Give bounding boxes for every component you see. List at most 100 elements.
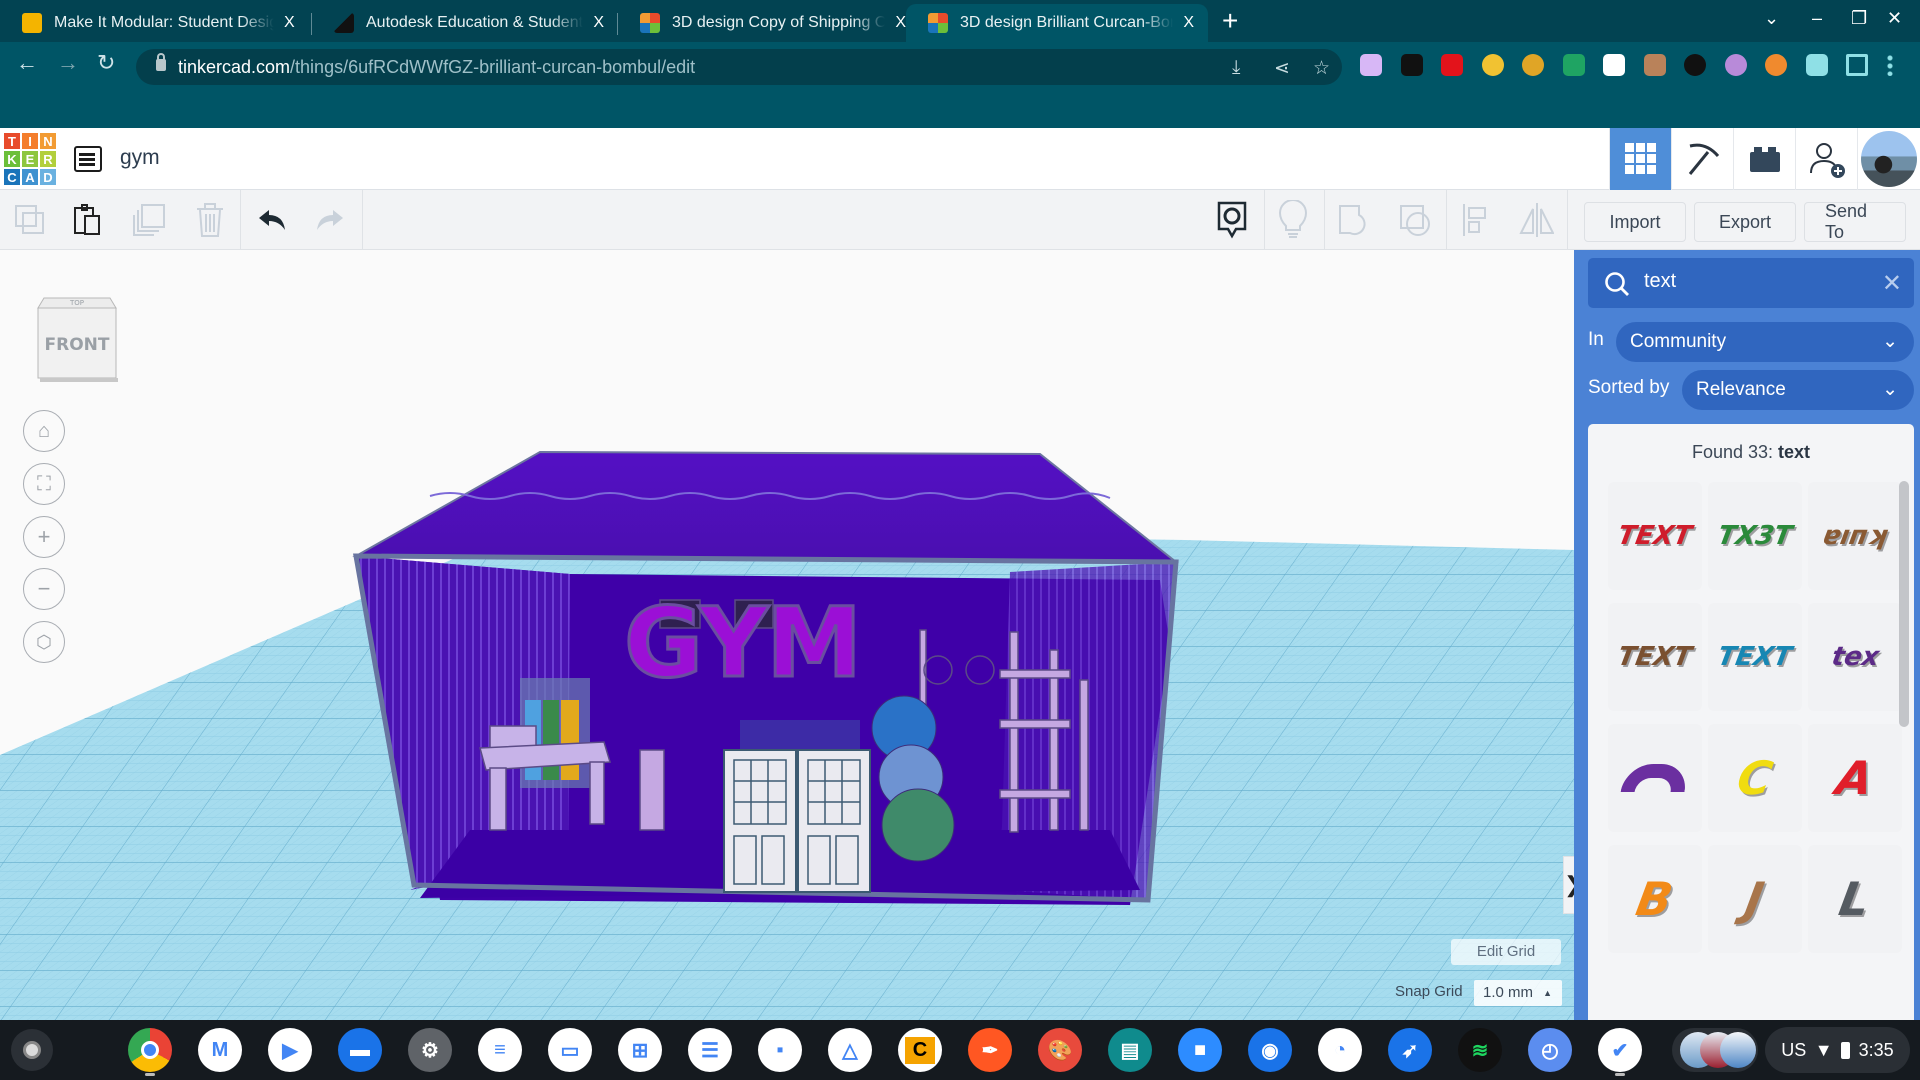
- shelf-app-chrome-web-store[interactable]: ◔: [1318, 1028, 1362, 1072]
- close-window-icon[interactable]: ✕: [1887, 8, 1902, 29]
- shelf-app-google-forms[interactable]: ☰: [688, 1028, 732, 1072]
- light-bulb-icon[interactable]: [1275, 200, 1311, 238]
- shelf-app-zoom[interactable]: ■: [1178, 1028, 1222, 1072]
- forward-icon[interactable]: →: [57, 50, 79, 76]
- coin-extension-icon[interactable]: [1481, 54, 1504, 76]
- shelf-app-paint-app[interactable]: 🎨: [1038, 1028, 1082, 1072]
- restore-icon[interactable]: ❐: [1851, 8, 1867, 29]
- sort-select[interactable]: Relevance ⌄: [1682, 370, 1914, 410]
- ungroup-icon[interactable]: [1397, 202, 1433, 238]
- close-tab-icon[interactable]: X: [284, 14, 295, 32]
- shape-search-input[interactable]: text ✕: [1588, 258, 1914, 308]
- home-view-button[interactable]: ⌂: [23, 410, 65, 452]
- browser-tab-active[interactable]: 3D design Brilliant Curcan-Bombul X: [906, 4, 1208, 42]
- status-tray[interactable]: US ▼ 3:35: [1765, 1027, 1910, 1073]
- shelf-app-clock[interactable]: ◴: [1528, 1028, 1572, 1072]
- browser-tab[interactable]: 3D design Copy of Shipping Container X: [618, 4, 920, 42]
- copy-icon[interactable]: [12, 202, 48, 238]
- shape-result-letter-l-gray[interactable]: L: [1808, 845, 1902, 953]
- shape-result-text-brown-stack[interactable]: TEXT: [1608, 603, 1702, 711]
- shelf-app-camera[interactable]: ◉: [1248, 1028, 1292, 1072]
- zoom-in-button[interactable]: +: [23, 516, 65, 558]
- share-icon[interactable]: ⋖: [1274, 57, 1290, 80]
- import-button[interactable]: Import: [1584, 202, 1686, 242]
- delete-icon[interactable]: [192, 202, 228, 238]
- mirror-icon[interactable]: [1518, 202, 1554, 238]
- tab-search-icon[interactable]: ⌄: [1764, 8, 1779, 29]
- shelf-app-google-sheets[interactable]: ⊞: [618, 1028, 662, 1072]
- shape-result-purple-pipe[interactable]: [1608, 724, 1702, 832]
- clear-search-icon[interactable]: ✕: [1882, 269, 1902, 298]
- shelf-app-vector-pen-app[interactable]: ✒: [968, 1028, 1012, 1072]
- shelf-app-files[interactable]: ▬: [338, 1028, 382, 1072]
- fox-extension-icon[interactable]: [1765, 54, 1787, 76]
- shelf-app-tasks[interactable]: ✔: [1598, 1028, 1642, 1072]
- tinkercad-logo[interactable]: TINKERCAD: [3, 132, 57, 186]
- shape-result-letter-j-brown[interactable]: J: [1708, 845, 1802, 953]
- redo-icon[interactable]: [312, 202, 348, 238]
- view-cube[interactable]: TOP FRONT: [36, 290, 118, 382]
- results-scrollbar[interactable]: [1899, 481, 1909, 727]
- minimize-icon[interactable]: –: [1812, 8, 1822, 29]
- side-panel-icon[interactable]: [1846, 54, 1868, 76]
- send-to-button[interactable]: Send To: [1804, 201, 1906, 242]
- browser-tab[interactable]: Autodesk Education & Student Access X: [312, 4, 618, 42]
- shape-result-letter-c-yellow[interactable]: C: [1708, 724, 1802, 832]
- character-extension-icon[interactable]: [1724, 54, 1747, 76]
- collapse-panel-handle[interactable]: ❯: [1563, 856, 1574, 914]
- invite-collaborator-button[interactable]: [1795, 128, 1857, 190]
- profile-avatar-button[interactable]: [1857, 128, 1919, 190]
- minecraft-view-button[interactable]: [1671, 128, 1733, 190]
- bookmark-star-icon[interactable]: ☆: [1313, 57, 1330, 80]
- shelf-app-google-docs[interactable]: ≡: [478, 1028, 522, 1072]
- google-drive-extension-icon[interactable]: [1562, 54, 1585, 76]
- group-icon[interactable]: [1336, 202, 1372, 238]
- bee-extension-icon[interactable]: [1522, 54, 1544, 76]
- launcher-button[interactable]: [11, 1029, 53, 1071]
- close-tab-icon[interactable]: X: [593, 14, 604, 32]
- youtube-extension-icon[interactable]: [1441, 54, 1463, 76]
- url-text[interactable]: tinkercad.com/things/6ufRCdWWfGZ-brillia…: [178, 57, 695, 78]
- shelf-app-classroom-screen-app[interactable]: ▤: [1108, 1028, 1152, 1072]
- shape-result-text-green-mirrored[interactable]: TX3T: [1708, 482, 1802, 590]
- edit-grid-button[interactable]: Edit Grid: [1451, 939, 1561, 965]
- notes-extension-icon[interactable]: [1400, 54, 1423, 76]
- duplicate-icon[interactable]: [131, 202, 167, 238]
- browser-tab[interactable]: Make It Modular: Student Design X: [0, 4, 312, 42]
- notes-icon[interactable]: [1214, 201, 1250, 239]
- shelf-app-google-slides[interactable]: ▭: [548, 1028, 592, 1072]
- shape-result-letter-b-orange[interactable]: B: [1608, 845, 1702, 953]
- shape-result-text-purple-curved[interactable]: tex: [1808, 603, 1902, 711]
- ortho-perspective-button[interactable]: ⬡: [23, 621, 65, 663]
- align-icon[interactable]: [1458, 202, 1494, 238]
- 3d-design-view-button[interactable]: [1609, 128, 1671, 190]
- shape-result-letter-a-red[interactable]: A: [1808, 724, 1902, 832]
- export-button[interactable]: Export: [1694, 202, 1796, 242]
- extensions-puzzle-icon[interactable]: [1805, 54, 1828, 76]
- shelf-app-gmail[interactable]: M: [198, 1028, 242, 1072]
- address-bar[interactable]: tinkercad.com/things/6ufRCdWWfGZ-brillia…: [136, 49, 1342, 85]
- install-app-icon[interactable]: ⤓: [1232, 57, 1240, 79]
- shelf-app-pdf-app[interactable]: ▪: [758, 1028, 802, 1072]
- menu-kebab-icon[interactable]: [1886, 54, 1893, 76]
- shape-result-text-red[interactable]: TEXT: [1608, 482, 1702, 590]
- fit-all-button[interactable]: ⛶: [23, 463, 65, 505]
- bricks-view-button[interactable]: [1733, 128, 1795, 190]
- close-tab-icon[interactable]: X: [1183, 14, 1194, 32]
- shelf-app-c-app[interactable]: C: [898, 1028, 942, 1072]
- paste-icon[interactable]: [70, 202, 106, 238]
- close-tab-icon[interactable]: X: [895, 14, 906, 32]
- zoom-out-button[interactable]: −: [23, 568, 65, 610]
- paw-extension-icon[interactable]: [1684, 54, 1706, 76]
- reload-icon[interactable]: ↻: [97, 50, 115, 76]
- new-tab-button[interactable]: +: [1222, 6, 1238, 36]
- coffee-extension-icon[interactable]: [1643, 54, 1666, 76]
- shape-result-text-brown-flat[interactable]: ɐıпʞ: [1808, 482, 1902, 590]
- shelf-app-google-drive[interactable]: △: [828, 1028, 872, 1072]
- shelf-app-settings[interactable]: ⚙: [408, 1028, 452, 1072]
- snap-grid-select[interactable]: 1.0 mm ▲: [1474, 980, 1562, 1006]
- design-list-icon[interactable]: [74, 146, 102, 172]
- shape-result-text-blue[interactable]: TEXT: [1708, 603, 1802, 711]
- back-icon[interactable]: ←: [16, 50, 38, 76]
- shelf-app-spotify[interactable]: ≋: [1458, 1028, 1502, 1072]
